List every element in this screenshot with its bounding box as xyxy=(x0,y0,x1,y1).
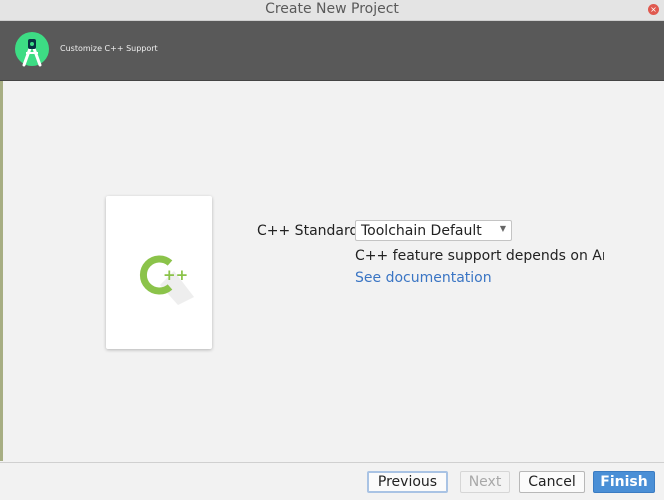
chevron-down-icon: ▼ xyxy=(499,224,506,233)
finish-button[interactable]: Finish xyxy=(593,471,655,493)
previous-button[interactable]: Previous xyxy=(367,471,448,493)
cancel-button[interactable]: Cancel xyxy=(519,471,585,493)
title-bar[interactable]: Create New Project × xyxy=(0,0,664,21)
cpp-standard-label: C++ Standard xyxy=(257,223,359,239)
window-title: Create New Project xyxy=(265,1,399,17)
create-project-window: Create New Project × Customize C++ Suppo… xyxy=(0,0,664,500)
cpp-standard-selected-value: Toolchain Default xyxy=(361,223,482,239)
android-studio-logo-icon xyxy=(15,32,49,67)
next-button[interactable]: Next xyxy=(460,471,510,493)
cpp-standard-dropdown[interactable]: Toolchain Default ▼ xyxy=(355,220,512,241)
header-banner: Customize C++ Support xyxy=(0,21,664,81)
cpp-icon-label: ++ xyxy=(163,266,188,284)
cpp-support-card: ++ xyxy=(106,196,212,349)
banner-title: Customize C++ Support xyxy=(60,44,158,53)
see-documentation-link[interactable]: See documentation xyxy=(355,270,492,286)
button-bar: Previous Next Cancel Finish xyxy=(0,462,664,500)
feature-support-note: C++ feature support depends on Android N… xyxy=(355,248,604,264)
left-edge-strip xyxy=(0,81,3,461)
close-icon[interactable]: × xyxy=(648,4,659,15)
cpp-icon: ++ xyxy=(139,255,194,305)
